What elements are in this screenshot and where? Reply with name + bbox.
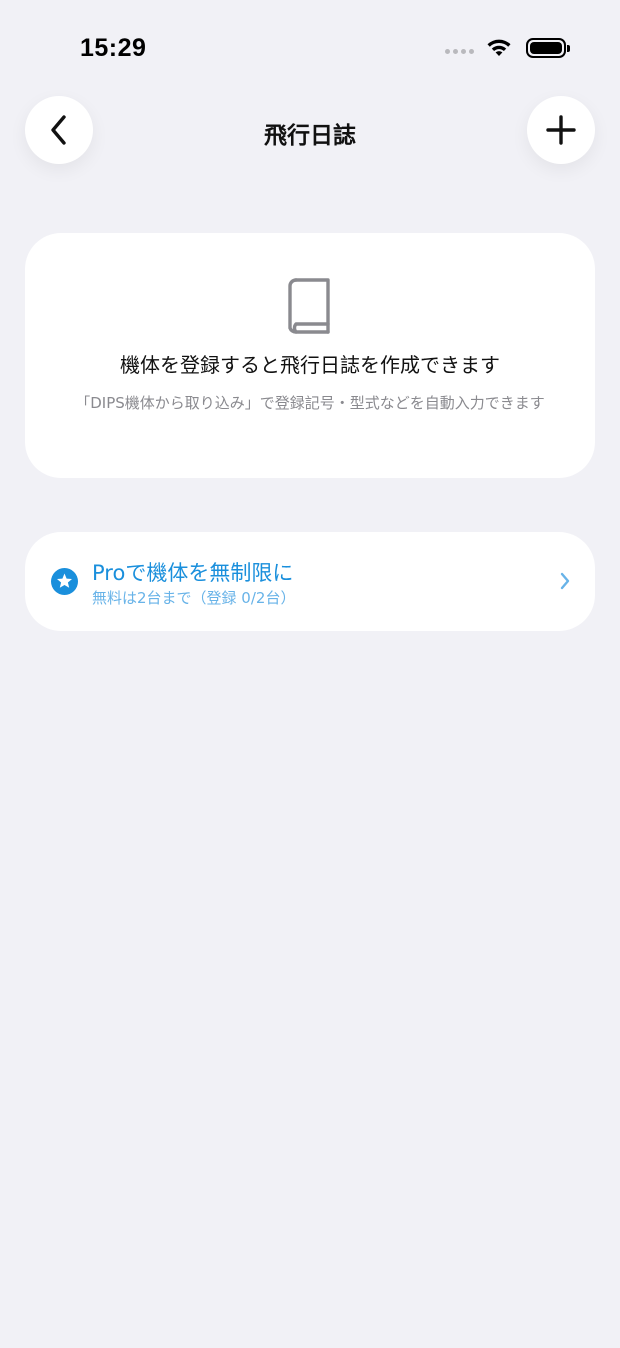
pro-banner-subtitle: 無料は2台まで（登録 0/2台） <box>92 589 296 607</box>
add-button[interactable] <box>527 96 595 164</box>
pro-banner-title: Proで機体を無制限に <box>92 561 294 585</box>
plus-icon <box>546 115 576 145</box>
empty-state-card: 機体を登録すると飛行日誌を作成できます 「DIPS機体から取り込み」で登録記号・… <box>25 233 595 478</box>
status-time: 15:29 <box>80 34 147 62</box>
screen: 15:29 飛行日誌 機体を登録すると飛行日誌を作成できます 「DIPS機体から… <box>0 0 620 1348</box>
cellular-signal-icon <box>445 48 474 54</box>
chevron-right-icon <box>560 572 570 590</box>
status-icons <box>445 38 570 58</box>
book-icon <box>288 278 330 334</box>
pro-upgrade-banner[interactable]: Proで機体を無制限に 無料は2台まで（登録 0/2台） <box>25 532 595 631</box>
empty-state-subtitle: 「DIPS機体から取り込み」で登録記号・型式などを自動入力できます <box>75 394 545 412</box>
wifi-icon <box>487 39 511 56</box>
star-circle-icon <box>51 568 78 595</box>
empty-state-title: 機体を登録すると飛行日誌を作成できます <box>120 353 500 377</box>
battery-icon <box>526 38 570 58</box>
